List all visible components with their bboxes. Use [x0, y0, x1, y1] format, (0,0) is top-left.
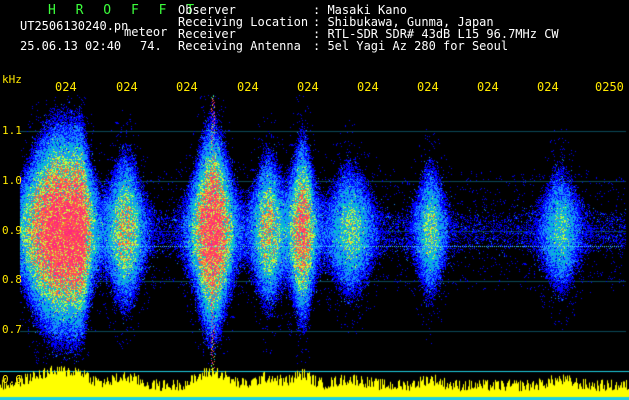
time-tick-label: 024 — [237, 80, 259, 94]
time-tick-label: 024 — [537, 80, 559, 94]
antenna-label: Receiving Antenna — [178, 39, 301, 53]
time-tick-label: 024 — [116, 80, 138, 94]
spectrogram-canvas — [0, 0, 629, 400]
time-tick-label: 024 — [417, 80, 439, 94]
time-tick-label: 024 — [477, 80, 499, 94]
header-value: 74. — [140, 39, 162, 53]
antenna-value: : 5el Yagi Az 280 for Seoul — [313, 39, 509, 53]
y-tick-label: 0.8 — [2, 273, 22, 286]
time-tick-label: 024 — [176, 80, 198, 94]
y-axis-unit: kHz — [2, 73, 22, 86]
y-tick-label: 0.7 — [2, 323, 22, 336]
y-tick-label: 0.9 — [2, 224, 22, 237]
hrofft-screen: { "header": { "app_title": "H R O F F T"… — [0, 0, 629, 400]
time-tick-label: 0250 — [595, 80, 624, 94]
time-tick-label: 024 — [55, 80, 77, 94]
y-tick-label: 1.1 — [2, 124, 22, 137]
time-tick-label: 024 — [357, 80, 379, 94]
y-tick-label: 1.0 — [2, 174, 22, 187]
file-suffix: meteor — [124, 25, 168, 39]
timestamp: 25.06.13 02:40 — [20, 39, 122, 53]
time-tick-label: 024 — [297, 80, 319, 94]
file-name: UT2506130240.pn — [20, 19, 129, 33]
y-tick-label: 0.6 — [2, 373, 22, 386]
